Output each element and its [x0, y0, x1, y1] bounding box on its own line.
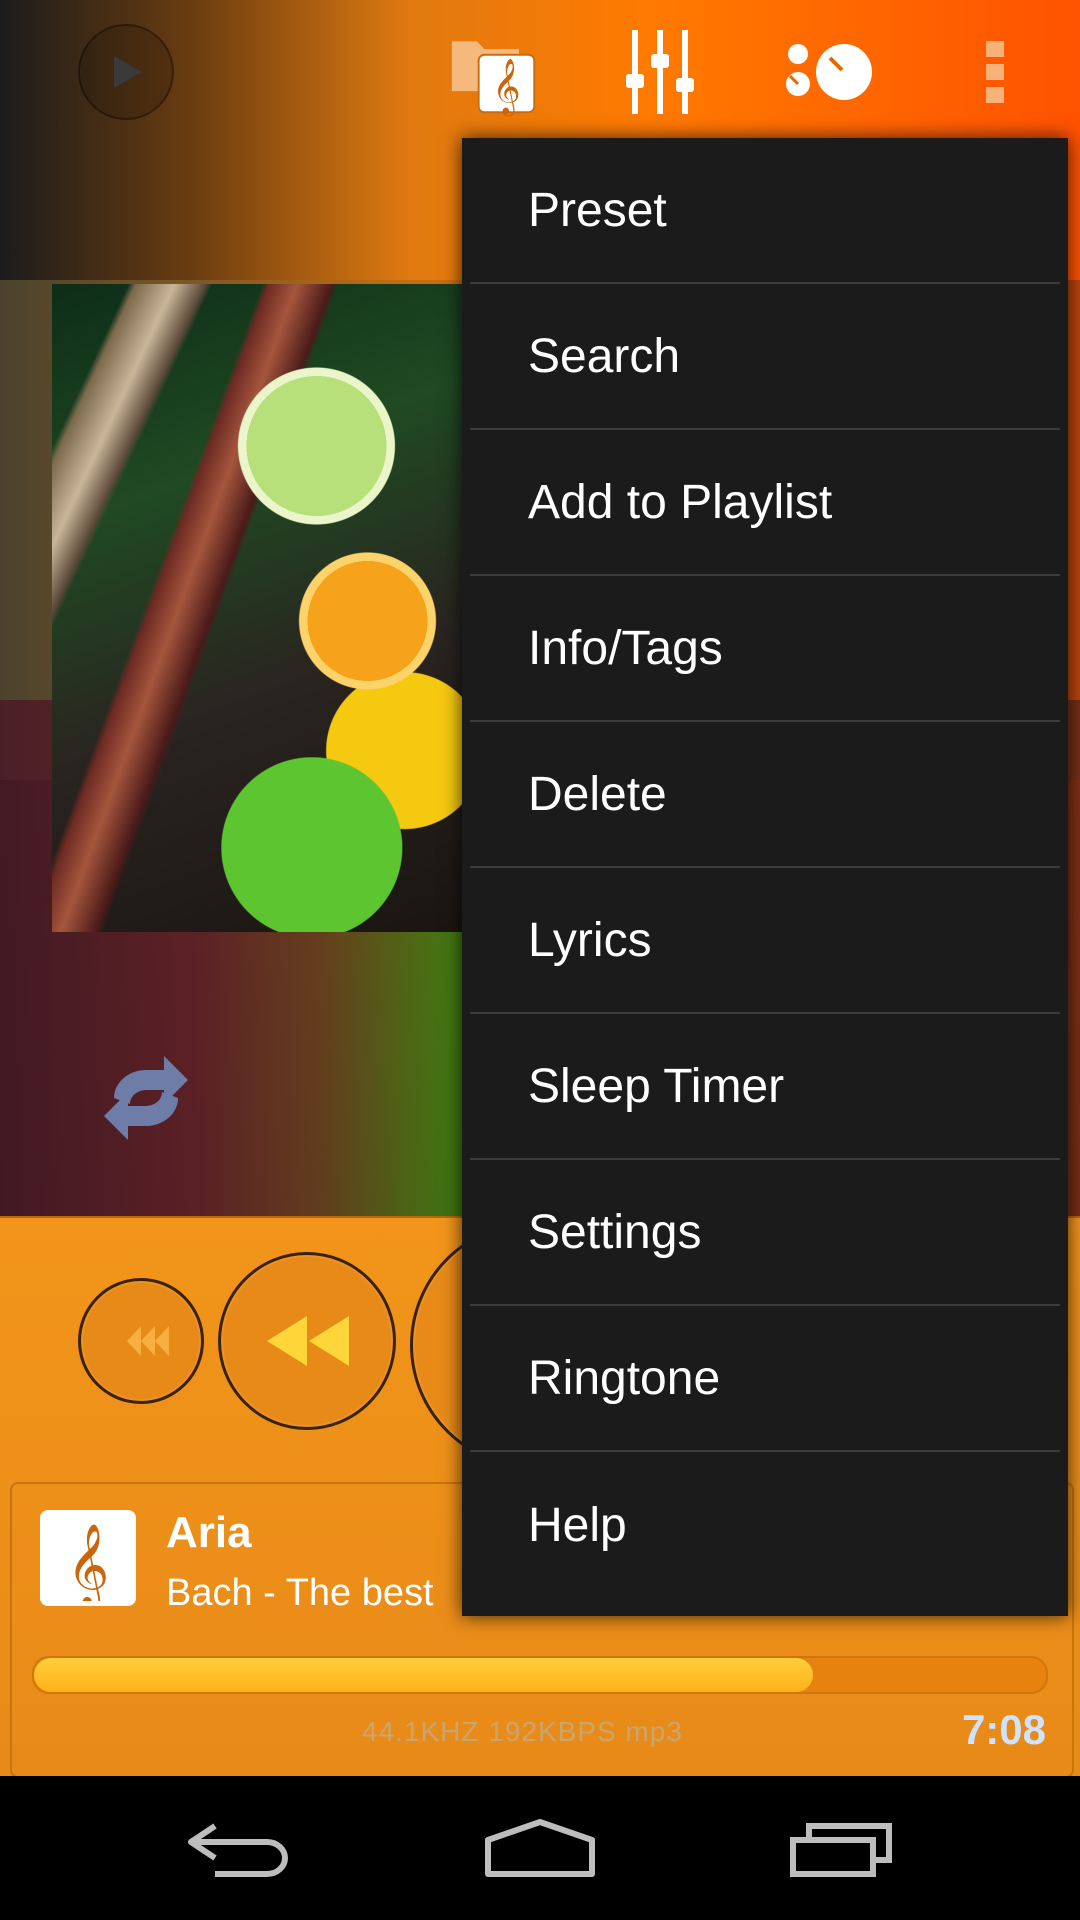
recent-apps-icon[interactable]	[762, 1796, 922, 1900]
overflow-menu: Preset Search Add to Playlist Info/Tags …	[462, 138, 1068, 1616]
navigation-bar	[0, 1776, 1080, 1920]
previous-fast-icon[interactable]	[78, 1278, 204, 1404]
menu-item-preset[interactable]: Preset	[470, 138, 1060, 284]
svg-text:𝄞: 𝄞	[67, 1522, 110, 1601]
repeat-icon[interactable]	[94, 1046, 198, 1150]
equalizer-icon[interactable]	[614, 26, 706, 118]
menu-item-add-to-playlist[interactable]: Add to Playlist	[470, 430, 1060, 576]
back-icon[interactable]	[160, 1796, 320, 1900]
knobs-icon[interactable]	[784, 26, 876, 118]
track-title: Aria	[166, 1508, 252, 1557]
svg-text:𝄞: 𝄞	[492, 60, 520, 117]
rewind-icon[interactable]	[218, 1252, 396, 1430]
menu-item-info-tags[interactable]: Info/Tags	[470, 576, 1060, 722]
menu-item-lyrics[interactable]: Lyrics	[470, 868, 1060, 1014]
menu-item-help[interactable]: Help	[470, 1452, 1060, 1598]
format-info: 44.1KHZ 192KBPS mp3	[362, 1716, 683, 1747]
menu-item-settings[interactable]: Settings	[470, 1160, 1060, 1306]
track-thumbnail: 𝄞	[40, 1510, 136, 1606]
progress-fill	[34, 1658, 814, 1692]
track-subtitle: Bach - The best	[166, 1572, 434, 1614]
menu-item-search[interactable]: Search	[470, 284, 1060, 430]
menu-item-delete[interactable]: Delete	[470, 722, 1060, 868]
home-icon[interactable]	[460, 1796, 620, 1900]
music-folder-icon[interactable]: 𝄞	[448, 26, 540, 118]
track-time: 7:08	[961, 1706, 1046, 1753]
menu-item-ringtone[interactable]: Ringtone	[470, 1306, 1060, 1452]
overflow-menu-icon[interactable]	[950, 26, 1042, 118]
progress-bar[interactable]	[32, 1656, 1048, 1694]
play-icon[interactable]	[78, 24, 174, 120]
album-art	[52, 284, 516, 932]
top-toolbar: 𝄞	[0, 0, 1080, 140]
menu-item-sleep-timer[interactable]: Sleep Timer	[470, 1014, 1060, 1160]
